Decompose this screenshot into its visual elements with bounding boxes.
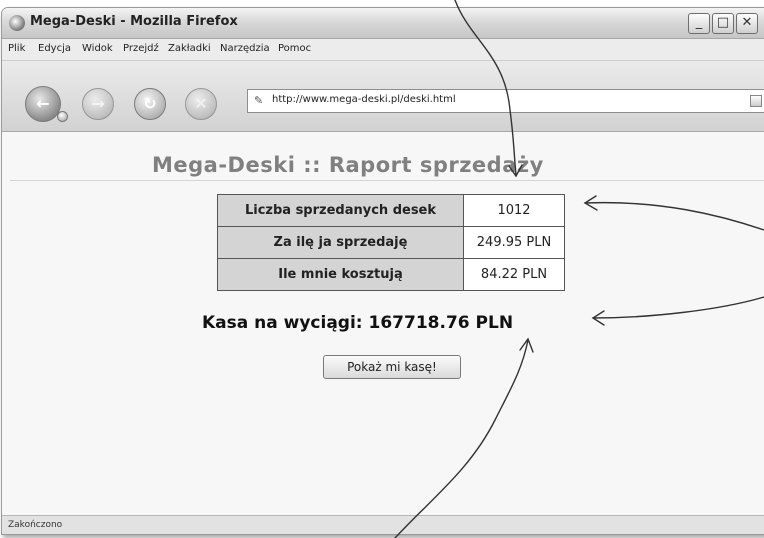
page-icon: ✎	[254, 94, 264, 107]
stop-icon[interactable]: ✕	[185, 88, 217, 120]
menu-narzedzia[interactable]: Narzędzia	[220, 43, 270, 54]
row-label: Ile mnie kosztują	[217, 258, 464, 291]
back-arrow-icon[interactable]: ←	[25, 86, 61, 122]
history-dropdown-icon[interactable]	[57, 111, 68, 122]
row-value: 84.22 PLN	[463, 258, 565, 291]
title-bar[interactable]: Mega-Deski - Mozilla Firefox _ □ ✕	[2, 8, 764, 39]
status-text: Zakończono	[8, 520, 63, 530]
maximize-button[interactable]: □	[712, 13, 734, 34]
menu-zakladki[interactable]: Zakładki	[168, 43, 211, 54]
table-row: Za ilę ja sprzedaję 249.95 PLN	[217, 226, 565, 259]
status-bar: Zakończono	[2, 515, 764, 534]
table-row: Liczba sprzedanych desek 1012	[217, 194, 565, 227]
window-title: Mega-Deski - Mozilla Firefox	[30, 14, 238, 29]
reload-icon[interactable]: ↻	[134, 88, 166, 120]
table-row: Ile mnie kosztują 84.22 PLN	[217, 258, 565, 291]
minimize-button[interactable]: _	[688, 13, 710, 34]
menu-widok[interactable]: Widok	[82, 43, 113, 54]
browser-window: Mega-Deski - Mozilla Firefox _ □ ✕ Plik …	[1, 7, 764, 535]
firefox-icon	[9, 15, 25, 31]
page-content: Mega-Deski :: Raport sprzedaży Liczba sp…	[2, 132, 764, 515]
menu-edycja[interactable]: Edycja	[38, 43, 71, 54]
menu-przejdz[interactable]: Przejdź	[123, 43, 159, 54]
url-text[interactable]: http://www.mega-deski.pl/deski.html	[272, 94, 456, 105]
menu-pomoc[interactable]: Pomoc	[278, 43, 311, 54]
menu-plik[interactable]: Plik	[8, 43, 25, 54]
row-label: Za ilę ja sprzedaję	[217, 226, 464, 259]
total-text: Kasa na wyciągi: 167718.76 PLN	[202, 313, 514, 333]
address-bar[interactable]: ✎ http://www.mega-deski.pl/deski.html	[247, 89, 764, 113]
row-value: 1012	[463, 194, 565, 227]
report-table: Liczba sprzedanych desek 1012 Za ilę ja …	[217, 194, 565, 291]
menu-bar: Plik Edycja Widok Przejdź Zakładki Narzę…	[2, 39, 764, 61]
navigation-toolbar: ← → ↻ ✕ ✎ http://www.mega-deski.pl/deski…	[2, 61, 764, 132]
title-divider	[10, 180, 764, 181]
forward-arrow-icon[interactable]: →	[82, 88, 114, 120]
page-title: Mega-Deski :: Raport sprzedaży	[152, 153, 544, 177]
close-button[interactable]: ✕	[736, 13, 758, 34]
row-value: 249.95 PLN	[463, 226, 565, 259]
go-icon[interactable]	[750, 95, 762, 107]
row-label: Liczba sprzedanych desek	[217, 194, 464, 227]
show-money-button[interactable]: Pokaż mi kasę!	[323, 355, 461, 379]
